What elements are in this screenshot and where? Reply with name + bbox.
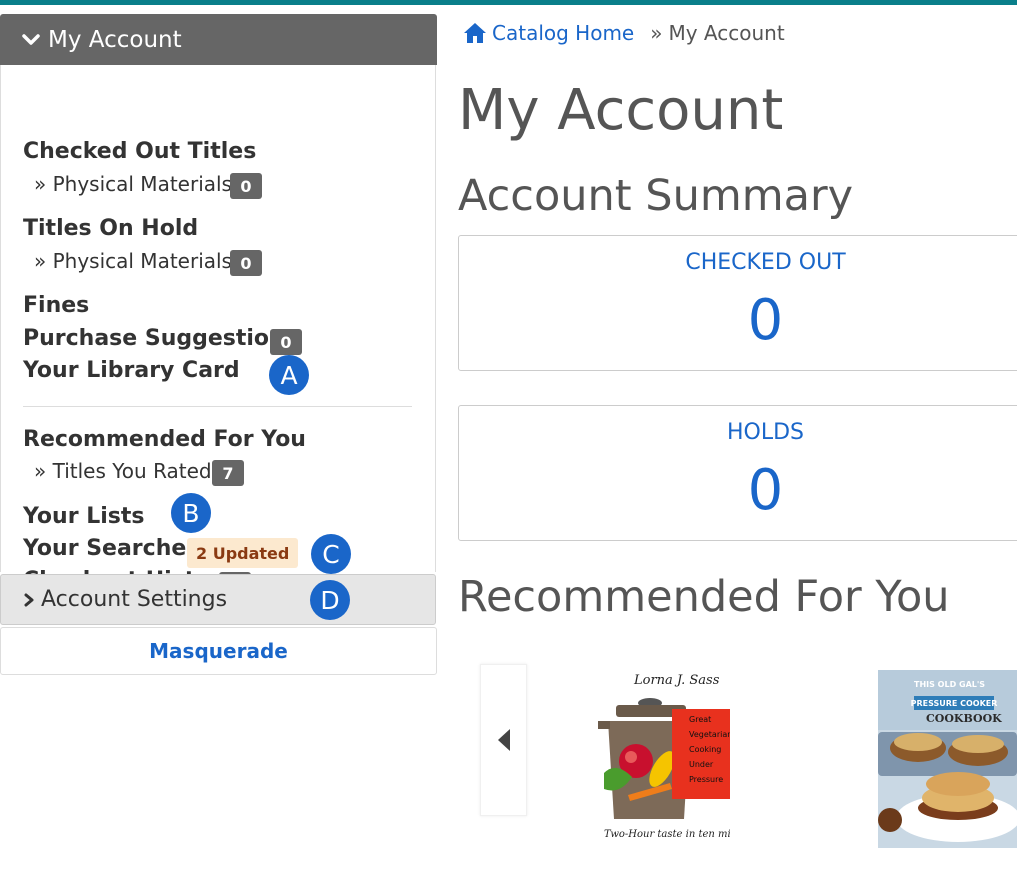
cover-top-text: THIS OLD GAL'S <box>914 680 986 689</box>
library-card-link[interactable]: Your Library Card <box>23 358 240 383</box>
cover-title-line: Vegetarian <box>689 730 730 739</box>
book-cover-vegetarian-cooking[interactable]: Lorna J. Sass Great Vegetarian Cooking U… <box>598 669 730 849</box>
callout-marker-a: A <box>269 355 309 395</box>
checked-out-summary-card[interactable]: CHECKED OUT 0 <box>458 235 1017 371</box>
cover-tagline: Two-Hour taste in ten minutes <box>604 829 730 840</box>
holds-physical-materials-link[interactable]: » Physical Materials <box>34 249 232 273</box>
breadcrumb: Catalog Home » My Account <box>463 19 785 47</box>
page-title: My Account <box>458 78 784 143</box>
menu-divider <box>23 406 412 407</box>
callout-marker-d: D <box>310 580 350 620</box>
home-icon[interactable] <box>463 22 487 44</box>
callout-marker-c: C <box>311 534 351 574</box>
cover-title-line: Cooking <box>689 745 722 754</box>
my-account-menu: Checked Out Titles » Physical Materials … <box>0 65 436 598</box>
account-settings-label: Account Settings <box>41 587 228 612</box>
breadcrumb-current: My Account <box>668 21 785 45</box>
cover-title: COOKBOOK <box>926 712 1002 725</box>
titles-rated-count-badge: 7 <box>212 460 244 486</box>
account-settings-panel-header[interactable]: Account Settings <box>0 574 436 625</box>
chevron-right-icon <box>24 593 34 606</box>
caret-left-icon <box>497 729 510 751</box>
book-cover-pressure-cooker-cookbook[interactable]: THIS OLD GAL'S PRESSURE COOKER COOKBOOK <box>878 670 1017 848</box>
chevron-down-icon <box>22 33 40 45</box>
titles-you-rated-link[interactable]: » Titles You Rated <box>34 459 212 483</box>
titles-on-hold-link[interactable]: Titles On Hold <box>23 216 198 241</box>
breadcrumb-separator: » <box>650 21 663 45</box>
searches-updated-badge: 2 Updated <box>187 538 299 568</box>
my-account-panel-header[interactable]: My Account <box>0 14 437 65</box>
recommended-for-you-title: Recommended For You <box>458 572 950 622</box>
holds-summary-card[interactable]: HOLDS 0 <box>458 405 1017 541</box>
cover-ribbon: PRESSURE COOKER <box>911 696 997 710</box>
your-lists-link[interactable]: Your Lists <box>23 504 144 529</box>
masquerade-link[interactable]: Masquerade <box>0 627 437 675</box>
cover-title-line: Pressure <box>689 775 724 784</box>
holds-count-badge: 0 <box>230 250 262 276</box>
account-sidebar: My Account Checked Out Titles » Physical… <box>0 14 437 598</box>
holds-card-value: 0 <box>747 458 784 523</box>
account-summary-title: Account Summary <box>458 171 854 221</box>
your-searches-link[interactable]: Your Searches <box>23 536 199 561</box>
checked-out-physical-materials-link[interactable]: » Physical Materials <box>34 172 232 196</box>
cover-author: Lorna J. Sass <box>634 673 720 688</box>
my-account-header-label: My Account <box>48 26 182 53</box>
recommended-for-you-link[interactable]: Recommended For You <box>23 427 306 452</box>
holds-card-label: HOLDS <box>726 420 805 445</box>
cover-title-line: Under <box>689 760 714 769</box>
callout-marker-b: B <box>171 493 211 533</box>
checked-out-count-badge: 0 <box>230 173 262 199</box>
top-accent-bar <box>0 0 1017 5</box>
carousel-previous-button[interactable] <box>480 664 527 816</box>
checked-out-card-label: CHECKED OUT <box>685 250 846 275</box>
cover-title-line: Great <box>689 715 712 724</box>
purchase-suggestions-count-badge: 0 <box>270 329 302 355</box>
purchase-suggestions-link[interactable]: Purchase Suggestions <box>23 326 298 351</box>
fines-link[interactable]: Fines <box>23 293 89 318</box>
breadcrumb-catalog-home-link[interactable]: Catalog Home <box>492 21 634 45</box>
checked-out-titles-link[interactable]: Checked Out Titles <box>23 139 256 164</box>
checked-out-card-value: 0 <box>747 288 784 353</box>
